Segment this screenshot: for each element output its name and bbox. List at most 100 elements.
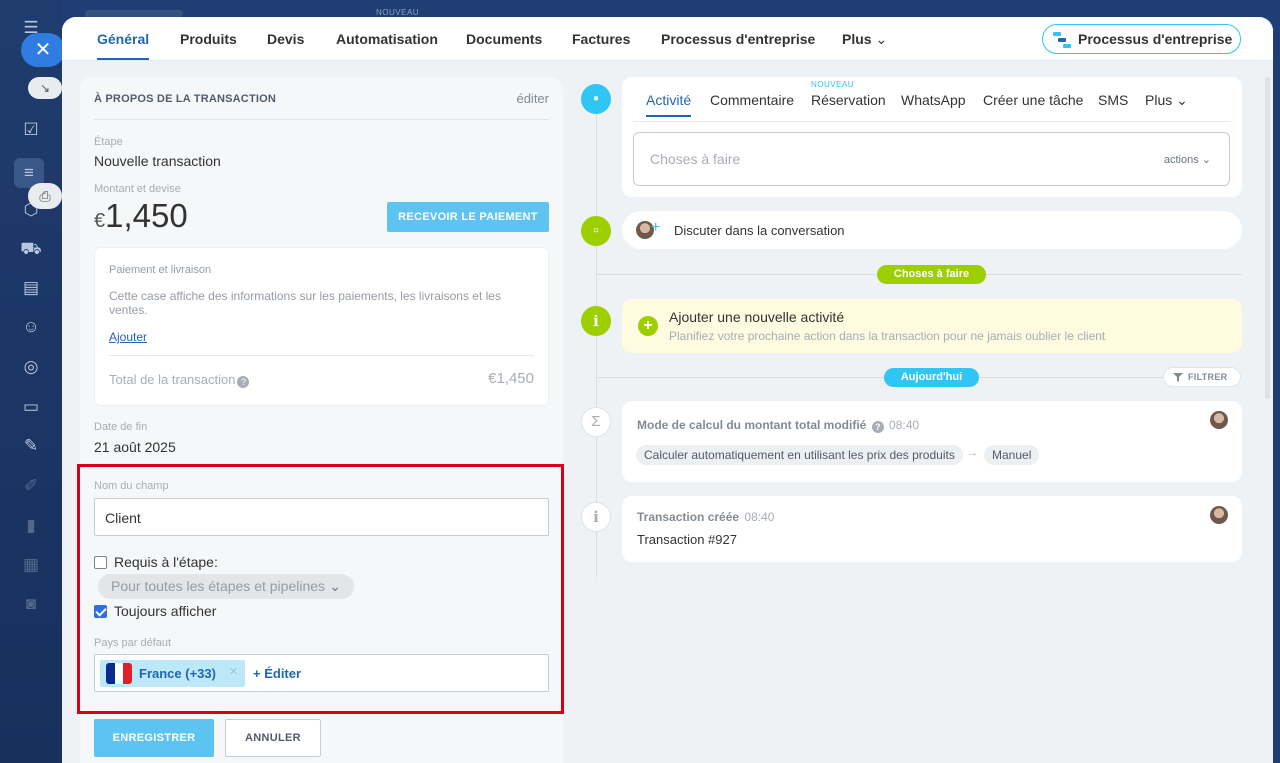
cancel-button[interactable]: ANNULER	[225, 719, 321, 757]
activity-tab-create-task[interactable]: Créer une tâche	[983, 92, 1083, 108]
stages-select[interactable]: Pour toutes les étapes et pipelines ⌄	[98, 574, 354, 599]
default-country-label: Pays par défaut	[94, 637, 172, 649]
scrollbar[interactable]	[1265, 77, 1270, 399]
calendar-icon[interactable]: ▦	[20, 554, 42, 576]
country-chip-label: France (+33)	[139, 666, 216, 681]
event-title-text: Transaction créée	[637, 510, 740, 524]
chevron-down-icon: ⌄	[1176, 92, 1188, 108]
edit-section-link[interactable]: éditer	[516, 91, 549, 106]
event-body[interactable]: Transaction #927	[637, 532, 737, 547]
new-activity-card[interactable]: + Ajouter une nouvelle activité Planifie…	[622, 299, 1242, 353]
event-time: 08:40	[889, 418, 920, 432]
avatar	[1210, 506, 1228, 524]
field-name-label: Nom du champ	[94, 480, 169, 492]
tab-produits[interactable]: Produits	[180, 31, 237, 47]
currency-symbol: €	[94, 210, 106, 232]
divider	[94, 119, 549, 120]
print-button[interactable]: ⎙	[28, 183, 62, 209]
chevron-down-icon: ⌄	[1201, 154, 1211, 166]
info-icon: i	[581, 502, 611, 532]
help-icon[interactable]: ?	[237, 376, 250, 388]
cart-icon[interactable]: ⛟	[20, 238, 42, 260]
remove-chip-icon[interactable]: ✕	[229, 665, 238, 678]
add-payment-link[interactable]: Ajouter	[109, 330, 147, 344]
business-process-button[interactable]: Processus d'entreprise	[1042, 24, 1241, 54]
france-flag-icon	[106, 663, 132, 684]
chevron-down-icon: ⌄	[875, 31, 888, 47]
filter-label: FILTRER	[1188, 372, 1228, 382]
todo-placeholder: Choses à faire	[650, 151, 741, 167]
tab-general[interactable]: Général	[97, 31, 150, 60]
activity-tab-sms[interactable]: SMS	[1098, 92, 1128, 108]
bar-chart-icon[interactable]: ▮	[20, 515, 42, 537]
amount-value[interactable]: €1,450	[94, 197, 188, 235]
close-icon: ✕	[34, 39, 52, 61]
required-label: Requis à l'étape:	[114, 554, 218, 570]
actions-dropdown[interactable]: actions ⌄	[1164, 153, 1211, 166]
document-edit-icon[interactable]: ✐	[20, 475, 42, 497]
contact-card-icon[interactable]: ▤	[20, 277, 42, 299]
field-name-input[interactable]: Client	[94, 498, 549, 536]
robot-icon[interactable]: ☺	[20, 316, 42, 338]
tab-plus-label: Plus	[842, 31, 872, 47]
activity-tab-plus[interactable]: Plus ⌄	[1145, 92, 1188, 109]
archive-icon[interactable]: ▭	[20, 396, 42, 418]
divider	[633, 121, 1231, 122]
target-icon[interactable]: ◎	[20, 356, 42, 378]
country-chip: France (+33) ✕	[100, 660, 245, 687]
printer-icon: ⎙	[39, 188, 51, 204]
tab-devis[interactable]: Devis	[267, 31, 304, 47]
receive-payment-button[interactable]: RECEVOIR LE PAIEMENT	[387, 202, 549, 232]
deal-total-label: Total de la transaction?	[109, 372, 250, 388]
payment-title: Paiement et livraison	[109, 264, 212, 276]
default-country-field[interactable]: France (+33) ✕ + Éditer	[94, 654, 549, 692]
tab-plus[interactable]: Plus ⌄	[842, 31, 887, 48]
tab-automatisation[interactable]: Automatisation	[336, 31, 438, 47]
filter-icon	[1173, 373, 1183, 382]
payment-delivery-box: Paiement et livraison Cette case affiche…	[94, 247, 549, 406]
collapse-arrow-button[interactable]: ↘	[28, 77, 62, 99]
activity-tab-commentaire[interactable]: Commentaire	[710, 92, 794, 108]
history-event-card: Mode de calcul du montant total modifié …	[622, 401, 1242, 482]
sigma-icon: Σ	[581, 407, 611, 437]
avatar	[1210, 411, 1228, 429]
activity-tab-reservation[interactable]: Réservation	[811, 92, 886, 108]
todo-input[interactable]: Choses à faire actions ⌄	[633, 132, 1230, 186]
help-icon[interactable]: ?	[871, 421, 884, 433]
add-circle-icon: +	[638, 316, 658, 336]
event-title: Transaction créée 08:40	[637, 510, 774, 524]
stage-value[interactable]: Nouvelle transaction	[94, 153, 221, 169]
filter-button[interactable]: FILTRER	[1163, 367, 1241, 387]
chat-icon: ▫	[581, 216, 611, 246]
activity-tab-activite[interactable]: Activité	[646, 92, 692, 117]
save-button[interactable]: ENREGISTRER	[94, 719, 214, 757]
section-title: À PROPOS DE LA TRANSACTION	[94, 93, 277, 105]
disk-icon[interactable]: ◙	[20, 593, 42, 615]
tab-factures[interactable]: Factures	[572, 31, 630, 47]
history-event-card: Transaction créée 08:40 Transaction #927	[622, 496, 1242, 562]
activity-tab-whatsapp[interactable]: WhatsApp	[901, 92, 966, 108]
actions-label: actions	[1163, 154, 1199, 166]
discuss-card[interactable]: + Discuter dans la conversation	[622, 211, 1242, 249]
todo-section-pill: Choses à faire	[877, 265, 986, 284]
close-slider-button[interactable]: ✕	[21, 33, 65, 67]
business-process-label: Processus d'entreprise	[1078, 31, 1233, 47]
event-title: Mode de calcul du montant total modifié …	[637, 418, 919, 433]
pen-icon[interactable]: ✎	[20, 435, 42, 457]
event-time: 08:40	[744, 510, 775, 524]
always-show-checkbox[interactable]	[94, 605, 107, 618]
always-show-label: Toujours afficher	[114, 603, 217, 619]
end-date-value[interactable]: 21 août 2025	[94, 439, 176, 455]
today-pill: Aujourd'hui	[884, 368, 979, 387]
arrow-down-right-icon: ↘	[39, 81, 51, 95]
checkbox-task-icon[interactable]: ☑	[20, 119, 42, 141]
tab-processus[interactable]: Processus d'entreprise	[661, 31, 815, 47]
required-checkbox[interactable]	[94, 556, 107, 569]
divider	[109, 355, 534, 356]
top-strip-new-label: NOUVEAU	[376, 8, 420, 17]
chat-bubble-icon: ▪	[581, 84, 611, 114]
event-title-text: Mode de calcul du montant total modifié	[637, 418, 867, 432]
to-tag: Manuel	[984, 445, 1040, 465]
edit-country-link[interactable]: + Éditer	[253, 666, 301, 681]
tab-documents[interactable]: Documents	[466, 31, 542, 47]
